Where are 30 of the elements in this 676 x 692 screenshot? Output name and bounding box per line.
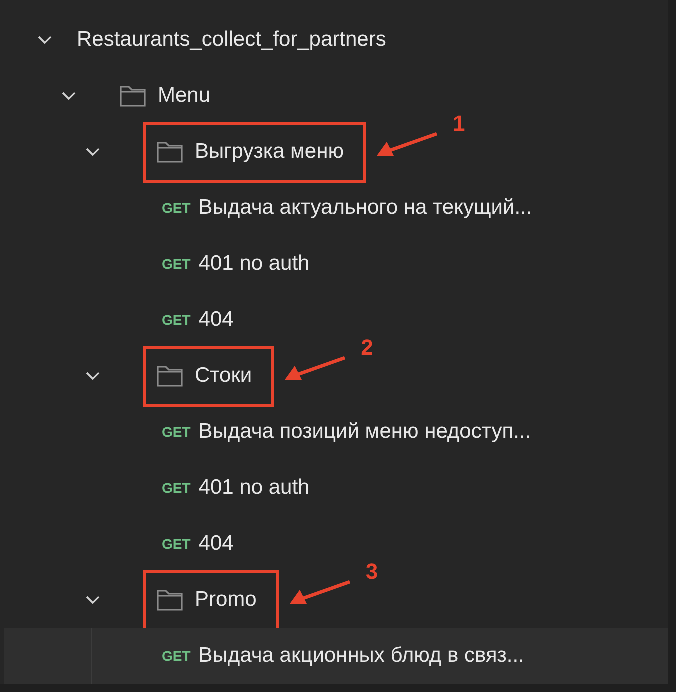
annotation-number: 3 [366,558,378,584]
request-name: 404 [198,308,234,332]
annotation-number: 1 [452,110,466,136]
method-label: GET [162,648,191,664]
arrow-icon [290,578,352,606]
folder-icon [119,84,147,108]
request-name: 404 [198,532,234,556]
method-label: GET [162,256,191,272]
folder-name: Стоки [195,364,252,388]
row-highlight[interactable] [4,628,668,684]
arrow-icon [376,130,439,158]
folder-icon [156,364,184,388]
method-label: GET [162,312,191,328]
method-label: GET [162,424,191,440]
arrow-icon [285,354,348,382]
method-label: GET [162,480,191,496]
folder-name: Promo [195,588,257,612]
method-label: GET [162,200,191,216]
request-name: 401 no auth [198,476,310,500]
method-label: GET [162,536,191,552]
request-name: Выдача позиций меню недоступ... [198,420,532,444]
request-name: Выдача актуального на текущий... [198,196,532,220]
folder-name: Выгрузка меню [195,140,344,164]
request-name: Выдача акционных блюд в связ... [198,644,524,668]
folder-icon [156,140,184,164]
folder-icon [156,588,184,612]
collection-name: Restaurants_collect_for_partners [77,28,386,52]
request-name: 401 no auth [198,252,310,276]
folder-name: Menu [158,84,211,108]
annotation-number: 2 [361,334,374,360]
